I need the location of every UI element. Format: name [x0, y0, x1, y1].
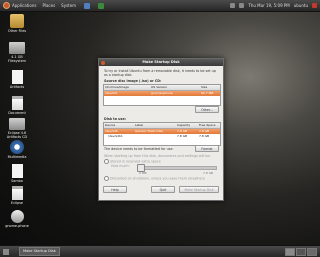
space-label: When starting up from this disk, documen…	[104, 154, 211, 158]
source-label: Source disc image (.iso) or CD:	[104, 79, 162, 83]
desktop-icon-filesystem[interactable]: 4.1 GB Filesystem	[2, 42, 32, 63]
discard-option[interactable]: Discarded on shutdown, unless you save t…	[104, 176, 205, 181]
file-icon	[11, 164, 23, 178]
column-header[interactable]: CD-Drive/Image	[104, 85, 150, 90]
radio-icon	[104, 176, 109, 181]
disk-label: Disk to use:	[104, 117, 127, 121]
workspace-1[interactable]	[285, 247, 295, 256]
format-note: The device needs to be formatted for use…	[104, 147, 174, 151]
taskbar-button[interactable]: Make Startup Disk	[19, 247, 60, 256]
discard-option-label: Discarded on shutdown, unless you save t…	[110, 176, 205, 181]
desktop-icon-document[interactable]: Document	[2, 96, 32, 115]
dialog-title: Make Startup Disk	[142, 60, 180, 64]
network-icon[interactable]	[230, 3, 236, 8]
desktop-icon-label: Eclipse	[11, 201, 23, 205]
desktop-icon-cd[interactable]: Eclipse 4.6 Artifacts CD	[2, 118, 32, 139]
radio-icon	[104, 159, 109, 164]
desktop-icon-label: gnome-phone	[5, 224, 29, 228]
drive-icon	[9, 42, 25, 54]
make-startup-disk-dialog: Make Startup Disk To try or install Ubun…	[98, 58, 224, 201]
user-menu[interactable]: ubuntu	[294, 3, 308, 8]
desktop-icon-multimedia[interactable]: Multimedia	[2, 140, 32, 159]
terminal-icon[interactable]	[98, 2, 105, 9]
desktop-icon-label: Multimedia	[7, 155, 27, 159]
places-menu[interactable]: Places	[42, 3, 55, 8]
top-panel: Applications Places System Thu Mar 19, 5…	[0, 0, 320, 12]
file-icon	[11, 70, 23, 84]
how-much-label: How much:	[111, 164, 130, 168]
desktop-icon-phone[interactable]: gnome-phone	[2, 210, 32, 228]
disk-label-cell	[134, 134, 176, 139]
desktop-icon-other-files[interactable]: Other Files	[2, 14, 32, 33]
disk-free: 7.8 GB	[199, 134, 210, 138]
space-slider[interactable]	[139, 166, 217, 170]
intro-text: To try or install Ubuntu from a removabl…	[104, 69, 216, 77]
table-row[interactable]: /dev/sdb1 7.8 GB 7.8 GB	[104, 134, 220, 139]
disk-device: /dev/sdb1	[108, 134, 123, 138]
multimedia-icon	[10, 140, 24, 154]
desktop-icon-label: Other Files	[7, 29, 27, 33]
document-icon	[11, 96, 23, 110]
desktop-icon-label: Eclipse 4.6 Artifacts CD	[6, 131, 28, 139]
column-header[interactable]: Size	[200, 85, 220, 90]
desktop-icon-samba[interactable]: Samba	[2, 164, 32, 183]
column-header[interactable]: Label	[134, 123, 176, 128]
document-icon	[11, 186, 23, 200]
desktop-icon-label: Samba	[11, 179, 23, 183]
help-button[interactable]: Help	[103, 186, 127, 193]
source-drive: /dev/sr0	[105, 91, 118, 95]
desktop-icon-label: Artifacts	[9, 85, 25, 89]
store-option-label: Stored in reserved extra space	[110, 159, 161, 164]
folder-icon	[10, 14, 24, 28]
system-menu[interactable]: System	[61, 3, 76, 8]
scale-max-label: 7.8 GB	[203, 171, 214, 175]
clock[interactable]: Thu Mar 19, 5:09 PM	[248, 3, 289, 8]
table-row[interactable]: /dev/sr0 gnome-iphone 92.7 MB	[104, 91, 220, 96]
bottom-panel: Make Startup Disk	[0, 245, 320, 257]
cd-drive-icon	[9, 118, 25, 130]
column-header[interactable]: Free Space	[198, 123, 220, 128]
format-button[interactable]: Format	[195, 145, 219, 152]
source-size: 92.7 MB	[201, 91, 214, 95]
disk-capacity: 7.8 GB	[177, 134, 188, 138]
dialog-titlebar[interactable]: Make Startup Disk	[99, 59, 223, 66]
main-menu: Applications Places System	[3, 2, 105, 9]
close-icon[interactable]	[101, 60, 105, 65]
ubuntu-logo-icon	[3, 2, 10, 9]
desktop-icon-eclipse[interactable]: Eclipse	[2, 186, 32, 205]
scale-min-label: 0 MB	[139, 171, 147, 175]
source-version: gnome-iphone	[151, 91, 173, 95]
volume-icon[interactable]	[239, 3, 245, 8]
desktop-icon-label: 4.1 GB Filesystem	[8, 55, 26, 63]
quit-button[interactable]: Quit	[151, 186, 175, 193]
applications-menu[interactable]: Applications	[3, 2, 36, 9]
system-tray: Thu Mar 19, 5:09 PM ubuntu	[230, 3, 317, 8]
phone-icon	[10, 210, 24, 223]
other-button[interactable]: Other...	[195, 106, 219, 113]
workspace-2[interactable]	[296, 247, 306, 256]
source-table[interactable]: CD-Drive/Image OS Version Size /dev/sr0 …	[103, 84, 221, 106]
column-header[interactable]: Device	[104, 123, 134, 128]
desktop-icon-label: Document	[8, 111, 26, 115]
web-browser-icon[interactable]	[84, 2, 91, 9]
desktop-icon-artifacts[interactable]: Artifacts	[2, 70, 32, 89]
workspace-switcher	[285, 247, 317, 256]
applications-menu-label: Applications	[12, 3, 37, 8]
show-desktop-icon[interactable]	[3, 248, 9, 255]
make-startup-disk-button[interactable]: Make Startup Disk	[179, 186, 219, 193]
column-header[interactable]: Capacity	[176, 123, 198, 128]
column-header[interactable]: OS Version	[150, 85, 200, 90]
power-icon[interactable]	[312, 3, 317, 8]
trash-icon[interactable]	[307, 247, 317, 256]
disk-table[interactable]: Device Label Capacity Free Space /dev/sd…	[103, 122, 221, 146]
